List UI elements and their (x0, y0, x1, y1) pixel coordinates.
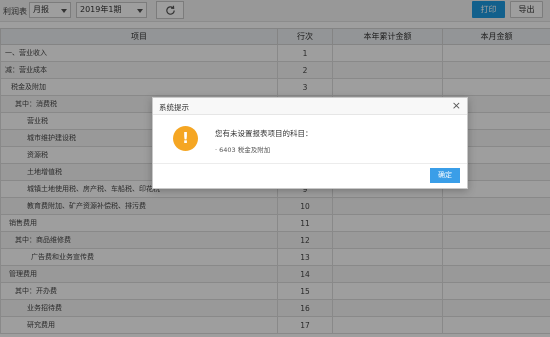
dialog-header: 系统提示 × (153, 98, 467, 115)
close-icon[interactable]: × (452, 99, 461, 113)
dialog-message: 您有未设置报表项目的科目： (215, 129, 313, 138)
dialog-item: · 6403 税金及附加 (215, 146, 271, 154)
confirm-button[interactable]: 确定 (430, 168, 460, 183)
dialog-footer (153, 163, 467, 188)
system-prompt-dialog: 系统提示 × ! 您有未设置报表项目的科目： · 6403 税金及附加 确定 (152, 97, 468, 189)
warning-icon: ! (173, 126, 198, 151)
dialog-title: 系统提示 (159, 103, 189, 112)
